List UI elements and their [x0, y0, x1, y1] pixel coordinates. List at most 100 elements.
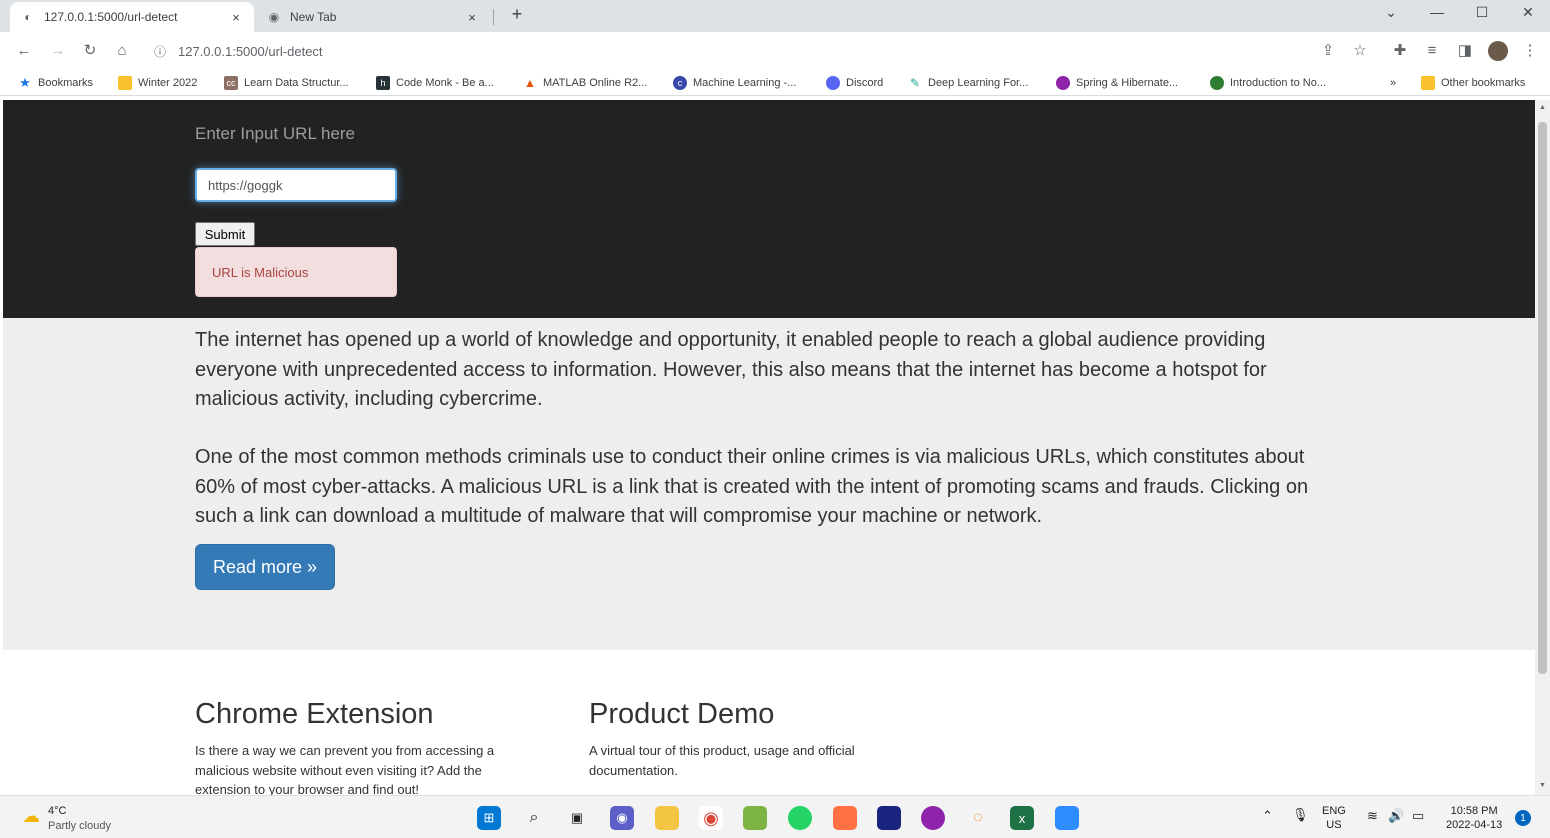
tab-search-icon[interactable]: ⌄ — [1376, 4, 1406, 21]
tab-new-tab[interactable]: ◉ New Tab × — [256, 2, 490, 32]
scrollbar-thumb[interactable] — [1538, 122, 1547, 674]
profile-avatar[interactable] — [1488, 41, 1508, 61]
weather-widget[interactable]: ☁ 4°C Partly cloudy — [22, 804, 111, 834]
bookmark-label: Introduction to No... — [1230, 77, 1326, 89]
wifi-icon[interactable]: ≋ — [1367, 809, 1378, 823]
bookmark-item[interactable]: ▲ MATLAB Online R2... — [523, 74, 647, 92]
bookmark-item[interactable]: Spring & Hibernate... — [1056, 74, 1178, 92]
menu-icon[interactable]: ⋮ — [1520, 41, 1540, 61]
bookmark-item[interactable]: h Code Monk - Be a... — [376, 74, 494, 92]
app-icon[interactable] — [743, 806, 767, 830]
vertical-scrollbar[interactable]: ▲ ▼ — [1535, 100, 1550, 795]
features-section: Chrome Extension Is there a way we can p… — [3, 650, 1535, 795]
task-view-icon[interactable]: ▣ — [565, 806, 589, 830]
app-icon[interactable] — [833, 806, 857, 830]
extensions-icon[interactable]: ✚ — [1390, 41, 1410, 61]
intellij-icon[interactable] — [877, 806, 901, 830]
windows-taskbar: ☁ 4°C Partly cloudy ⊞ ⌕ ▣ ◉ ◉ ◌ x ⌃ 🎙 EN… — [0, 795, 1550, 838]
tab-title: 127.0.0.1:5000/url-detect — [44, 10, 178, 24]
bookmarks-bar: ★ Bookmarks Winter 2022 cc Learn Data Stru… — [0, 70, 1550, 96]
address-text: 127.0.0.1:5000/url-detect — [178, 43, 323, 59]
url-input[interactable]: https://goggk — [195, 168, 397, 202]
app-icon[interactable] — [921, 806, 945, 830]
read-more-button[interactable]: Read more » — [195, 544, 335, 590]
partly-cloudy-icon: ☁ — [22, 806, 40, 826]
close-tab-icon[interactable]: × — [464, 10, 480, 25]
whatsapp-icon[interactable] — [788, 806, 812, 830]
column-text: A virtual tour of this product, usage an… — [589, 743, 855, 778]
bookmark-item[interactable]: ★ Bookmarks — [18, 74, 93, 92]
intro-paragraph: One of the most common methods criminals… — [195, 446, 1309, 527]
jupyter-icon[interactable]: ◌ — [966, 806, 990, 830]
back-icon[interactable]: ← — [14, 41, 34, 61]
reading-list-icon[interactable]: ≡ — [1422, 41, 1442, 61]
address-bar[interactable]: ⓘ 127.0.0.1:5000/url-detect — [144, 38, 1384, 64]
tab-divider — [493, 9, 494, 25]
search-icon[interactable]: ⌕ — [522, 806, 546, 830]
tab-strip: ◐ 127.0.0.1:5000/url-detect × ◉ New Tab … — [0, 0, 1550, 32]
tab-title: New Tab — [290, 10, 337, 24]
weather-description: Partly cloudy — [48, 820, 111, 832]
bookmark-item[interactable]: Introduction to No... — [1210, 74, 1326, 92]
reload-icon[interactable]: ↻ — [80, 41, 100, 61]
chat-icon[interactable]: ◉ — [610, 806, 634, 830]
bookmark-label: MATLAB Online R2... — [543, 77, 648, 89]
bookmark-item[interactable]: c Machine Learning -... — [673, 74, 796, 92]
site-icon: h — [376, 76, 390, 90]
scroll-down-arrow-icon[interactable]: ▼ — [1538, 782, 1547, 789]
chrome-icon[interactable]: ◉ — [699, 806, 723, 830]
language-indicator[interactable]: ENG US — [1322, 804, 1346, 832]
bookmark-item[interactable]: Winter 2022 — [118, 74, 197, 92]
file-explorer-icon[interactable] — [655, 806, 679, 830]
intro-paragraph: The internet has opened up a world of kn… — [195, 329, 1267, 410]
close-tab-icon[interactable]: × — [228, 10, 244, 25]
tab-url-detect[interactable]: ◐ 127.0.0.1:5000/url-detect × — [10, 2, 254, 32]
site-icon — [1210, 76, 1224, 90]
side-panel-icon[interactable]: ◨ — [1455, 41, 1475, 61]
zoom-icon[interactable] — [1055, 806, 1079, 830]
home-icon[interactable]: ⌂ — [112, 41, 132, 61]
bookmark-label: Spring & Hibernate... — [1076, 77, 1179, 89]
battery-icon[interactable]: ▭ — [1412, 809, 1424, 823]
bookmark-label: Machine Learning -... — [693, 77, 797, 89]
volume-icon[interactable]: 🔊 — [1388, 809, 1404, 823]
bookmark-item[interactable]: cc Learn Data Structur... — [224, 74, 349, 92]
forward-icon[interactable]: → — [48, 41, 68, 61]
site-icon: cc — [224, 76, 238, 90]
maximize-button[interactable]: ☐ — [1467, 4, 1497, 21]
globe-icon: ◐ — [24, 10, 32, 24]
microphone-icon[interactable]: 🎙 — [1292, 808, 1309, 822]
close-window-button[interactable]: ✕ — [1513, 4, 1543, 21]
site-icon: c — [673, 76, 687, 90]
new-tab-button[interactable]: + — [506, 4, 528, 25]
bookmark-label: Other bookmarks — [1441, 77, 1526, 89]
notification-badge[interactable]: 1 — [1515, 810, 1531, 826]
column-title: Product Demo — [589, 698, 775, 730]
screen: ◐ 127.0.0.1:5000/url-detect × ◉ New Tab … — [0, 0, 1550, 838]
product-demo-column: Product Demo A virtual tour of this prod… — [589, 698, 929, 780]
bookmark-label: Bookmarks — [38, 77, 94, 89]
clock[interactable]: 10:58 PM 2022-04-13 — [1446, 804, 1502, 832]
temperature: 4°C — [48, 805, 67, 817]
submit-button[interactable]: Submit — [195, 222, 255, 246]
browser-toolbar: ← → ↻ ⌂ ⓘ 127.0.0.1:5000/url-detect ⇪ ☆ … — [0, 32, 1550, 70]
bookmark-label: Discord — [846, 77, 884, 89]
excel-icon[interactable]: x — [1010, 806, 1034, 830]
scroll-up-arrow-icon[interactable]: ▲ — [1538, 104, 1547, 111]
start-icon[interactable]: ⊞ — [477, 806, 501, 830]
minimize-button[interactable]: — — [1422, 4, 1452, 20]
bookmark-label: Learn Data Structur... — [244, 77, 349, 89]
folder-icon — [1421, 76, 1435, 90]
star-icon: ★ — [19, 75, 31, 90]
bookmark-item[interactable]: Other bookmarks — [1421, 74, 1525, 92]
share-icon[interactable]: ⇪ — [1318, 41, 1338, 61]
chrome-extension-column: Chrome Extension Is there a way we can p… — [195, 698, 535, 795]
folder-icon — [118, 76, 132, 90]
star-icon[interactable]: ☆ — [1350, 41, 1370, 61]
bookmark-item[interactable]: ✎ Deep Learning For... — [908, 74, 1028, 92]
bookmark-item[interactable]: Discord — [826, 74, 883, 92]
more-bookmarks-button[interactable]: » — [1390, 74, 1396, 92]
chevron-up-icon[interactable]: ⌃ — [1262, 809, 1273, 823]
site-icon — [1056, 76, 1070, 90]
result-alert: URL is Malicious — [195, 247, 397, 297]
